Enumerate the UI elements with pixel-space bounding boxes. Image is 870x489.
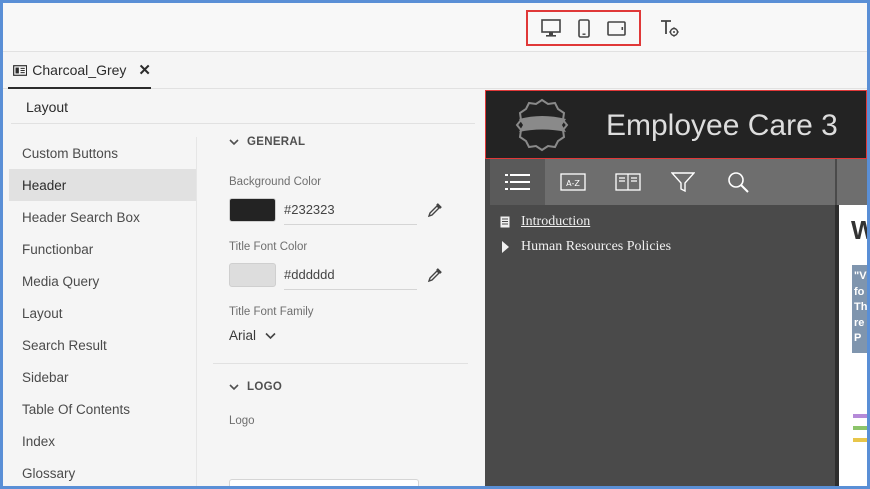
eyedropper-icon (427, 203, 442, 218)
device-preview-group (526, 10, 641, 46)
search-icon (727, 172, 749, 193)
eyedropper-icon (427, 268, 442, 283)
title-eyedropper-button[interactable] (425, 265, 445, 285)
logo-heading: LOGO (247, 381, 283, 393)
phone-icon (577, 18, 590, 38)
seal-logo-icon (515, 98, 569, 152)
close-icon[interactable]: ✕ (138, 61, 151, 79)
app-window: Charcoal_Grey ✕ Layout Custom Buttons He… (3, 3, 867, 486)
chevron-down-icon (229, 139, 239, 146)
top-toolbar (3, 3, 867, 52)
title-font-color-label: Title Font Color (229, 241, 308, 253)
quote-line: fo (854, 285, 865, 298)
background-color-field[interactable]: #232323 (284, 195, 417, 225)
list-icon (504, 174, 530, 190)
text-settings-icon (661, 20, 679, 37)
preview-nav-bar: A-Z (490, 159, 835, 205)
svg-text:A-Z: A-Z (566, 179, 580, 188)
property-editor: GENERAL Background Color #232323 Title F… (213, 130, 475, 427)
panel-title: Layout (11, 90, 475, 124)
category-header-search-box[interactable]: Header Search Box (9, 201, 196, 233)
title-font-family-select[interactable]: Arial (229, 328, 475, 343)
logo-file-input[interactable] (229, 479, 419, 486)
category-index[interactable]: Index (9, 425, 196, 457)
background-color-label: Background Color (229, 176, 322, 188)
preview-nav-extension (837, 159, 867, 205)
preview-header[interactable]: Employee Care 3 (485, 90, 867, 159)
title-font-color-swatch[interactable] (229, 263, 276, 287)
title-font-family-label: Title Font Family (229, 306, 314, 318)
purple-bar (853, 414, 867, 418)
yellow-bar (853, 438, 867, 442)
toc-item-label: Human Resources Policies (521, 238, 672, 254)
toc-tab-button[interactable] (490, 159, 545, 205)
quote-line: Th (854, 301, 867, 313)
toc-item-introduction[interactable]: Introduction (485, 209, 835, 234)
a-z-index-icon: A-Z (559, 173, 586, 191)
category-list: Custom Buttons Header Header Search Box … (9, 137, 196, 486)
quote-line: "V (854, 270, 867, 282)
category-glossary[interactable]: Glossary (9, 457, 196, 486)
toc-item-label: Introduction (521, 213, 591, 229)
filter-tab-button[interactable] (655, 159, 710, 205)
properties-panel: Layout Custom Buttons Header Header Sear… (3, 90, 485, 486)
green-bar (853, 426, 867, 430)
category-custom-buttons[interactable]: Custom Buttons (9, 137, 196, 169)
desktop-view-button[interactable] (539, 16, 563, 40)
toc-item-human-resources-policies[interactable]: Human Resources Policies (485, 234, 835, 259)
page-icon (500, 216, 510, 227)
search-tab-button[interactable] (710, 159, 765, 205)
layout-preview: Employee Care 3 A-Z Introduction Human R… (485, 90, 867, 486)
index-tab-button[interactable]: A-Z (545, 159, 600, 205)
text-settings-button[interactable] (658, 16, 682, 40)
content-heading: W (851, 215, 867, 245)
layout-file-icon (13, 64, 28, 76)
category-media-query[interactable]: Media Query (9, 265, 196, 297)
tablet-view-button[interactable] (605, 16, 629, 40)
preview-title: Employee Care 3 (606, 109, 838, 142)
panel-divider (196, 137, 197, 486)
background-eyedropper-button[interactable] (425, 200, 445, 220)
general-section-toggle[interactable]: GENERAL (229, 130, 475, 154)
title-font-color-field[interactable]: #dddddd (284, 260, 417, 290)
tab-title: Charcoal_Grey (32, 62, 127, 78)
font-family-value: Arial (229, 328, 257, 343)
preview-content: W "V fo Th re P (839, 205, 867, 486)
category-search-result[interactable]: Search Result (9, 329, 196, 361)
quote-line: P (854, 332, 862, 344)
section-divider (213, 363, 468, 364)
content-quote-block: "V fo Th re P (852, 265, 867, 353)
category-layout[interactable]: Layout (9, 297, 196, 329)
desktop-icon (540, 19, 561, 37)
category-table-of-contents[interactable]: Table Of Contents (9, 393, 196, 425)
general-heading: GENERAL (247, 136, 306, 148)
tab-charcoal-grey[interactable]: Charcoal_Grey ✕ (8, 53, 151, 89)
background-color-swatch[interactable] (229, 198, 276, 222)
logo-label: Logo (229, 415, 255, 427)
chevron-down-icon (265, 332, 276, 339)
category-sidebar[interactable]: Sidebar (9, 361, 196, 393)
tablet-icon (607, 20, 626, 36)
preview-toc: Introduction Human Resources Policies (485, 205, 835, 486)
chevron-down-icon (229, 384, 239, 391)
filter-icon (670, 172, 695, 192)
glossary-tab-button[interactable] (600, 159, 655, 205)
quote-line: re (854, 316, 865, 329)
chevron-right-icon (502, 240, 509, 253)
category-functionbar[interactable]: Functionbar (9, 233, 196, 265)
category-header[interactable]: Header (9, 169, 196, 201)
document-tab-bar: Charcoal_Grey ✕ (3, 53, 867, 89)
logo-section-toggle[interactable]: LOGO (229, 375, 475, 399)
mobile-view-button[interactable] (572, 16, 596, 40)
book-icon (614, 173, 641, 191)
